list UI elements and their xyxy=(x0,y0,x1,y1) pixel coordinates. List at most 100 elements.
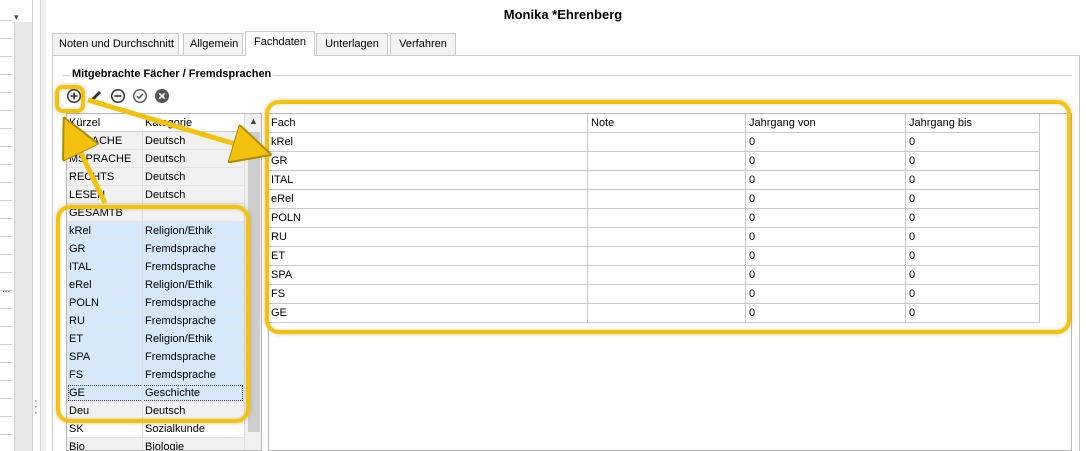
cell-fach[interactable]: eRel xyxy=(271,193,294,205)
grid-row[interactable]: POLN 0 0 xyxy=(269,209,1039,228)
side-panel-scrollbar[interactable] xyxy=(14,22,32,451)
grid-row[interactable]: GR 0 0 xyxy=(269,152,1039,171)
confirm-button[interactable] xyxy=(132,88,148,104)
list-row[interactable]: ET Religion/Ethik xyxy=(67,330,244,348)
cell-kategorie: Fremdsprache xyxy=(145,243,216,255)
grid-row[interactable]: ITAL 0 0 xyxy=(269,171,1039,190)
list-row[interactable]: FS Fremdsprache xyxy=(67,366,244,384)
cell-kategorie: Deutsch xyxy=(145,171,186,183)
cell-fach[interactable]: kRel xyxy=(271,136,293,148)
cell-jahrgang-von[interactable]: 0 xyxy=(749,155,755,167)
grid-row[interactable]: FS 0 0 xyxy=(269,285,1039,304)
list-row[interactable]: GESAMTB xyxy=(67,204,244,222)
cell-jahrgang-bis[interactable]: 0 xyxy=(909,174,915,186)
side-panel-row-line xyxy=(0,38,12,39)
cell-jahrgang-von[interactable]: 0 xyxy=(749,212,755,224)
grid-row[interactable]: GE 0 0 xyxy=(269,304,1039,323)
list-row[interactable]: SPRACHE Deutsch xyxy=(67,132,244,150)
list-row[interactable]: LESEN Deutsch xyxy=(67,186,244,204)
scroll-up-icon[interactable]: ▲ xyxy=(249,116,258,126)
cell-fach[interactable]: ET xyxy=(271,250,285,262)
header-fach[interactable]: Fach xyxy=(271,117,295,129)
remove-button[interactable] xyxy=(110,88,126,104)
list-header: Kürzel Kategorie xyxy=(67,114,244,132)
grid-row[interactable]: ET 0 0 xyxy=(269,247,1039,266)
side-panel-row-line xyxy=(0,218,12,219)
edit-button[interactable] xyxy=(88,88,104,104)
cell-jahrgang-bis[interactable]: 0 xyxy=(909,193,915,205)
cell-divider xyxy=(142,438,143,450)
cell-jahrgang-bis[interactable]: 0 xyxy=(909,155,915,167)
list-row[interactable]: eRel Religion/Ethik xyxy=(67,276,244,294)
cell-kuerzel: eRel xyxy=(69,279,92,291)
cancel-button[interactable] xyxy=(154,88,170,104)
cell-jahrgang-von[interactable]: 0 xyxy=(749,269,755,281)
assigned-subjects-grid[interactable]: Fach Note Jahrgang von Jahrgang bis kRel… xyxy=(268,113,1072,451)
cell-kategorie: Religion/Ethik xyxy=(145,333,213,345)
tab-allgemein[interactable]: Allgemein xyxy=(183,33,243,55)
add-button[interactable] xyxy=(66,88,82,104)
cell-jahrgang-von[interactable]: 0 xyxy=(749,307,755,319)
list-row[interactable]: Deu Deutsch xyxy=(67,402,244,420)
header-jahrgang-von[interactable]: Jahrgang von xyxy=(749,117,816,129)
side-panel-row-line xyxy=(0,380,12,381)
list-row[interactable]: RECHTS Deutsch xyxy=(67,168,244,186)
list-row[interactable]: Bio Biologie xyxy=(67,438,244,450)
cell-divider xyxy=(142,132,143,150)
cell-jahrgang-von[interactable]: 0 xyxy=(749,193,755,205)
cell-divider xyxy=(142,312,143,330)
list-row[interactable]: MSPRACHE Deutsch xyxy=(67,150,244,168)
list-row[interactable]: POLN Fremdsprache xyxy=(67,294,244,312)
list-row[interactable]: SPA Fremdsprache xyxy=(67,348,244,366)
cell-jahrgang-von[interactable]: 0 xyxy=(749,231,755,243)
cell-fach[interactable]: ITAL xyxy=(271,174,293,186)
cell-fach[interactable]: FS xyxy=(271,288,285,300)
header-kategorie[interactable]: Kategorie xyxy=(145,117,192,129)
cell-jahrgang-bis[interactable]: 0 xyxy=(909,307,915,319)
header-jahrgang-bis[interactable]: Jahrgang bis xyxy=(909,117,972,129)
cell-kuerzel: GE xyxy=(69,387,85,399)
grid-row[interactable]: kRel 0 0 xyxy=(269,133,1039,152)
list-row[interactable]: GE Geschichte xyxy=(67,384,244,402)
cell-fach[interactable]: SPA xyxy=(271,269,292,281)
cell-jahrgang-bis[interactable]: 0 xyxy=(909,136,915,148)
cell-jahrgang-bis[interactable]: 0 xyxy=(909,250,915,262)
splitter-grip-icon[interactable]: · · · xyxy=(34,396,38,419)
cell-fach[interactable]: RU xyxy=(271,231,287,243)
grid-row[interactable]: SPA 0 0 xyxy=(269,266,1039,285)
cell-jahrgang-bis[interactable]: 0 xyxy=(909,269,915,281)
header-note[interactable]: Note xyxy=(591,117,614,129)
side-panel-row-line xyxy=(0,20,12,21)
tab-unterlagen[interactable]: Unterlagen xyxy=(316,33,388,55)
subject-catalog-list[interactable]: Kürzel Kategorie SPRACHE Deutsch MSPRACHE D… xyxy=(66,113,262,451)
tab-fachdaten[interactable]: Fachdaten xyxy=(245,31,315,56)
cell-jahrgang-von[interactable]: 0 xyxy=(749,288,755,300)
cell-jahrgang-von[interactable]: 0 xyxy=(749,250,755,262)
cell-fach[interactable]: GR xyxy=(271,155,288,167)
cell-jahrgang-bis[interactable]: 0 xyxy=(909,231,915,243)
scrollbar-thumb[interactable] xyxy=(248,132,260,432)
side-panel-row-line xyxy=(0,326,12,327)
list-row[interactable]: GR Fremdsprache xyxy=(67,240,244,258)
cell-fach[interactable]: POLN xyxy=(271,212,301,224)
cell-jahrgang-von[interactable]: 0 xyxy=(749,174,755,186)
grid-row[interactable]: RU 0 0 xyxy=(269,228,1039,247)
cell-kategorie: Fremdsprache xyxy=(145,315,216,327)
tab-noten[interactable]: Noten und Durchschnitt xyxy=(52,33,179,55)
side-panel-row-line xyxy=(0,416,12,417)
tab-verfahren[interactable]: Verfahren xyxy=(390,33,456,55)
list-row[interactable]: RU Fremdsprache xyxy=(67,312,244,330)
list-scrollbar[interactable]: ▲ xyxy=(244,114,261,450)
cell-jahrgang-von[interactable]: 0 xyxy=(749,136,755,148)
cell-kuerzel: GR xyxy=(69,243,86,255)
header-kuerzel[interactable]: Kürzel xyxy=(69,117,100,129)
side-panel-row-line xyxy=(0,182,12,183)
cell-fach[interactable]: GE xyxy=(271,307,287,319)
list-row[interactable]: SK Sozialkunde xyxy=(67,420,244,438)
list-row[interactable]: kRel Religion/Ethik xyxy=(67,222,244,240)
list-row[interactable]: ITAL Fremdsprache xyxy=(67,258,244,276)
cell-jahrgang-bis[interactable]: 0 xyxy=(909,288,915,300)
grid-row[interactable]: eRel 0 0 xyxy=(269,190,1039,209)
cell-jahrgang-bis[interactable]: 0 xyxy=(909,212,915,224)
cell-kuerzel: RU xyxy=(69,315,85,327)
